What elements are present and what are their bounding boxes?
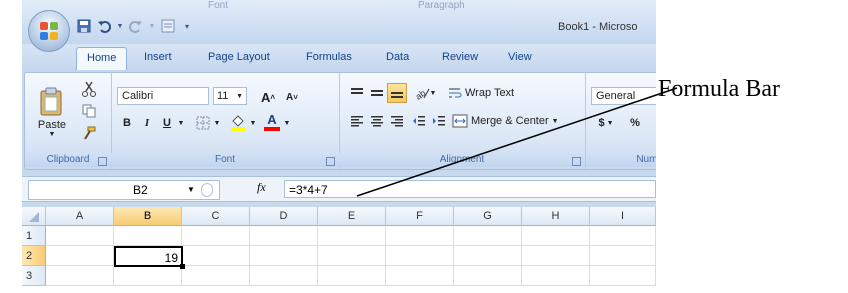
formula-bar-annotation: Formula Bar — [658, 76, 780, 102]
office-button[interactable] — [28, 10, 70, 52]
annotation-pointer-line — [356, 87, 678, 197]
office-logo-icon — [40, 22, 58, 40]
